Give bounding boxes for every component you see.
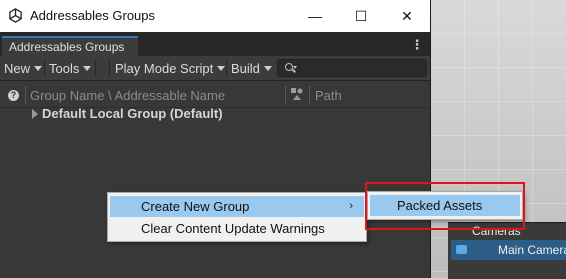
- column-group-name[interactable]: Group Name \ Addressable Name: [30, 88, 225, 103]
- tools-menu-button[interactable]: Tools: [49, 58, 92, 78]
- play-mode-script-button[interactable]: Play Mode Script: [115, 58, 226, 78]
- chevron-down-icon: [83, 65, 92, 71]
- column-divider[interactable]: [25, 86, 26, 104]
- minimize-button[interactable]: —: [292, 0, 338, 32]
- build-menu-label: Build: [231, 60, 260, 76]
- build-menu-button[interactable]: Build: [231, 58, 272, 78]
- tree-row[interactable]: Default Local Group (Default): [0, 104, 430, 124]
- asset-type-icon[interactable]: [290, 87, 304, 101]
- chevron-down-icon: [263, 65, 272, 71]
- unity-logo-icon: [9, 8, 22, 23]
- tab-addressables-groups[interactable]: Addressables Groups: [2, 36, 138, 56]
- search-icon: [285, 63, 293, 71]
- camera-item-label: Main Camera: [498, 243, 566, 257]
- toolbar-divider: [95, 59, 96, 77]
- tab-strip: Addressables Groups: [0, 32, 430, 56]
- play-mode-script-label: Play Mode Script: [115, 60, 214, 76]
- annotation-highlight-box: [365, 182, 525, 230]
- camera-list-item[interactable]: Main Camera: [451, 240, 566, 260]
- context-menu: Create New Group › Clear Content Update …: [107, 192, 367, 242]
- chevron-down-icon: [293, 66, 297, 69]
- chevron-down-icon: [34, 65, 43, 71]
- maximize-button[interactable]: ☐: [338, 0, 384, 32]
- expand-arrow-icon[interactable]: [32, 109, 38, 119]
- column-path[interactable]: Path: [315, 88, 342, 103]
- menu-item-label: Clear Content Update Warnings: [141, 221, 325, 236]
- group-label: Default Local Group (Default): [42, 106, 223, 121]
- camera-icon: [456, 245, 467, 254]
- help-icon[interactable]: ?: [8, 90, 19, 101]
- close-button[interactable]: ✕: [384, 0, 430, 32]
- tools-menu-label: Tools: [49, 60, 80, 76]
- toolbar-divider: [226, 59, 227, 77]
- column-divider[interactable]: [309, 86, 310, 104]
- chevron-down-icon: [217, 65, 226, 71]
- window-title: Addressables Groups: [30, 8, 156, 23]
- toolbar-divider: [109, 59, 110, 77]
- cameras-panel: Cameras Main Camera: [448, 222, 566, 279]
- title-bar[interactable]: Addressables Groups — ☐ ✕: [0, 0, 430, 32]
- menu-item-label: Create New Group: [141, 199, 250, 214]
- menu-item-create-new-group[interactable]: Create New Group ›: [110, 196, 364, 217]
- menu-item-clear-content-update-warnings[interactable]: Clear Content Update Warnings: [110, 218, 364, 239]
- chevron-right-icon: ›: [349, 200, 353, 212]
- search-input[interactable]: [277, 59, 427, 77]
- toolbar-divider: [44, 59, 45, 77]
- kebab-menu-icon[interactable]: ⋮: [410, 36, 424, 54]
- column-divider[interactable]: [285, 86, 286, 104]
- new-menu-label: New: [4, 60, 31, 76]
- new-menu-button[interactable]: New: [4, 58, 43, 78]
